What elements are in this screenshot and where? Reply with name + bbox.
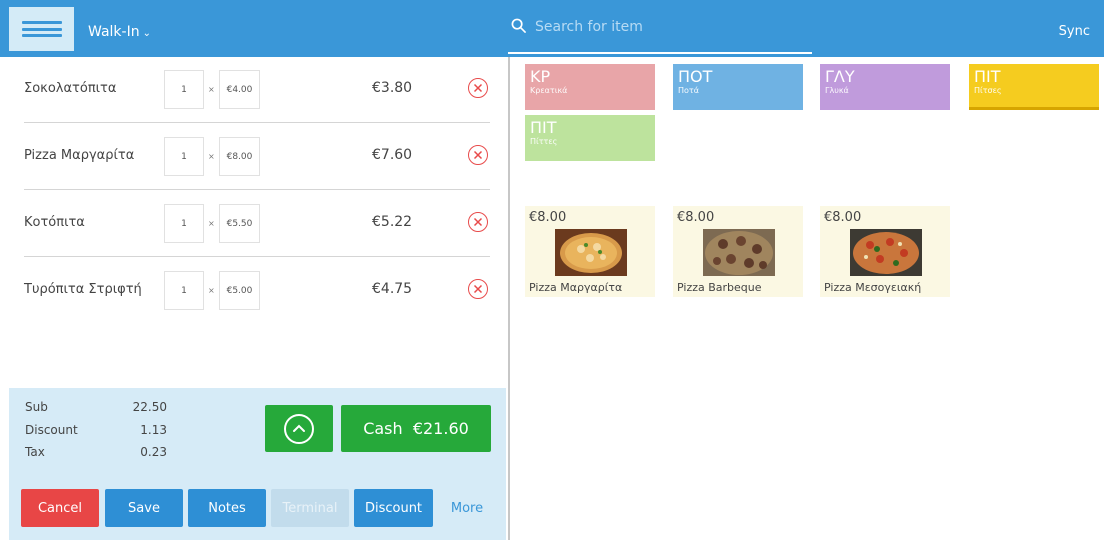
hamburger-icon <box>21 21 62 37</box>
more-button[interactable]: More <box>439 489 495 527</box>
unit-price-field[interactable]: €4.00 <box>219 70 260 109</box>
category-code: ΠΙΤ <box>974 67 1001 86</box>
hamburger-menu-button[interactable] <box>9 7 74 51</box>
cancel-button[interactable]: Cancel <box>21 489 99 527</box>
item-name: Pizza Μαργαρίτα <box>24 148 135 163</box>
search-bar <box>508 10 812 54</box>
category-code: ΠΟΤ <box>678 67 713 86</box>
line-total: €7.60 <box>372 147 413 163</box>
remove-item-button[interactable] <box>468 145 488 165</box>
category-name: Πίτσες <box>974 86 1002 95</box>
pizza-image <box>703 229 775 276</box>
product-price: €8.00 <box>529 210 567 225</box>
chevron-down-icon: ⌄ <box>142 28 151 39</box>
pizza-image <box>850 229 922 276</box>
tax-value: 0.23 <box>140 445 167 459</box>
product-tile[interactable]: €8.00 Pizza Barbeque <box>673 206 803 297</box>
product-price: €8.00 <box>677 210 715 225</box>
product-price: €8.00 <box>824 210 862 225</box>
category-code: ΚΡ <box>530 67 551 86</box>
subtotal-label: Sub <box>25 400 48 414</box>
discount-value: 1.13 <box>140 423 167 437</box>
quantity-field[interactable]: 1 <box>164 137 204 176</box>
chevron-up-icon <box>284 413 314 444</box>
sync-button[interactable]: Sync <box>1059 24 1090 39</box>
tax-label: Tax <box>25 445 45 459</box>
quantity-field[interactable]: 1 <box>164 70 204 109</box>
product-tile[interactable]: €8.00 Pizza Μεσογειακή <box>820 206 950 297</box>
quantity-field[interactable]: 1 <box>164 204 204 243</box>
line-total: €4.75 <box>372 281 413 297</box>
product-name: Pizza Μαργαρίτα <box>529 281 623 294</box>
discount-label: Discount <box>25 423 78 437</box>
order-item-row: Σοκολατόπιτα 1 × €4.00 €3.80 <box>24 57 490 123</box>
row-divider <box>24 189 490 190</box>
close-icon <box>473 284 483 294</box>
category-tile-kreatika[interactable]: ΚΡ Κρεατικά <box>525 64 655 110</box>
line-total: €5.22 <box>372 214 413 230</box>
product-tile[interactable]: €8.00 Pizza Μαργαρίτα <box>525 206 655 297</box>
order-type-dropdown[interactable]: Walk-In ⌄ <box>88 24 151 40</box>
category-name: Κρεατικά <box>530 86 568 95</box>
save-button[interactable]: Save <box>105 489 183 527</box>
times-symbol: × <box>208 219 215 228</box>
remove-item-button[interactable] <box>468 78 488 98</box>
unit-price-field[interactable]: €8.00 <box>219 137 260 176</box>
remove-item-button[interactable] <box>468 279 488 299</box>
times-symbol: × <box>208 286 215 295</box>
search-icon <box>511 18 526 33</box>
totals-panel: Sub 22.50 Discount 1.13 Tax 0.23 Cash €2… <box>9 388 506 540</box>
product-name: Pizza Barbeque <box>677 281 762 294</box>
item-name: Κοτόπιτα <box>24 215 85 230</box>
order-item-row: Κοτόπιτα 1 × €5.50 €5.22 <box>24 191 490 257</box>
expand-totals-button[interactable] <box>265 405 333 452</box>
order-type-label: Walk-In <box>88 24 140 40</box>
quantity-field[interactable]: 1 <box>164 271 204 310</box>
pizza-image <box>555 229 627 276</box>
item-name: Σοκολατόπιτα <box>24 81 117 96</box>
category-code: ΓΛΥ <box>825 67 855 86</box>
unit-price-field[interactable]: €5.00 <box>219 271 260 310</box>
category-tile-pittes[interactable]: ΠΙΤ Πίττες <box>525 115 655 161</box>
cash-pay-button[interactable]: Cash €21.60 <box>341 405 491 452</box>
close-icon <box>473 83 483 93</box>
close-icon <box>473 150 483 160</box>
line-total: €3.80 <box>372 80 413 96</box>
category-tile-pota[interactable]: ΠΟΤ Ποτά <box>673 64 803 110</box>
category-tile-glyka[interactable]: ΓΛΥ Γλυκά <box>820 64 950 110</box>
category-name: Γλυκά <box>825 86 849 95</box>
panel-divider <box>508 57 510 540</box>
discount-button[interactable]: Discount <box>354 489 433 527</box>
remove-item-button[interactable] <box>468 212 488 232</box>
category-code: ΠΙΤ <box>530 118 557 137</box>
close-icon <box>473 217 483 227</box>
category-tile-pitses[interactable]: ΠΙΤ Πίτσες <box>969 64 1099 110</box>
row-divider <box>24 122 490 123</box>
times-symbol: × <box>208 85 215 94</box>
category-name: Πίττες <box>530 137 558 146</box>
product-name: Pizza Μεσογειακή <box>824 281 922 294</box>
notes-button[interactable]: Notes <box>188 489 266 527</box>
terminal-button[interactable]: Terminal <box>271 489 349 527</box>
order-item-row: Τυρόπιτα Στριφτή 1 × €5.00 €4.75 <box>24 258 490 324</box>
search-input[interactable] <box>535 16 805 38</box>
item-name: Τυρόπιτα Στριφτή <box>24 282 142 297</box>
row-divider <box>24 256 490 257</box>
unit-price-field[interactable]: €5.50 <box>219 204 260 243</box>
times-symbol: × <box>208 152 215 161</box>
subtotal-value: 22.50 <box>132 400 167 414</box>
top-bar: Walk-In⌄ Sync <box>0 0 1104 57</box>
category-name: Ποτά <box>678 86 699 95</box>
order-item-row: Pizza Μαργαρίτα 1 × €8.00 €7.60 <box>24 124 490 190</box>
